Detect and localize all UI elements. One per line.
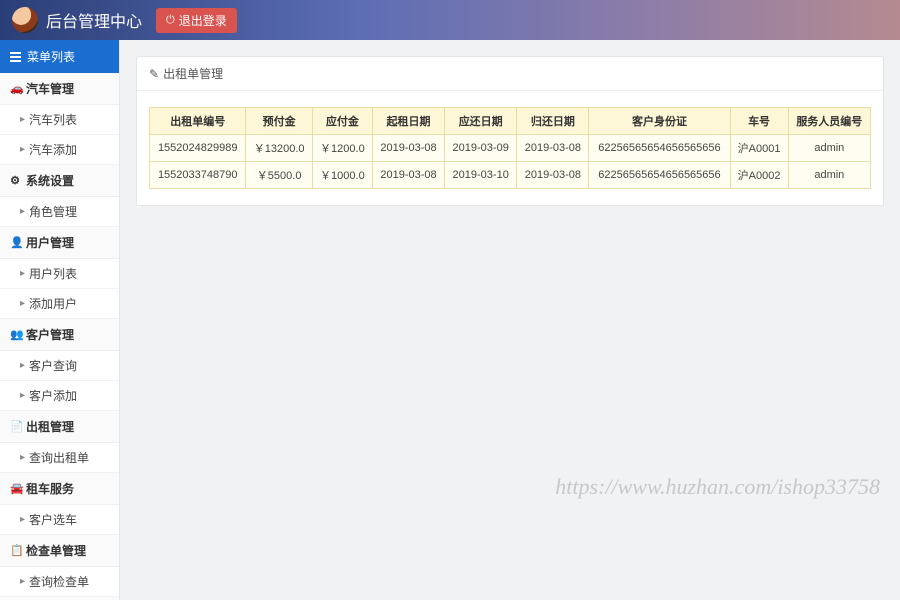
caret-icon: ▸	[20, 390, 25, 401]
sidebar-item[interactable]: ▸ 用户列表	[0, 259, 119, 289]
group-icon: 🚘	[10, 482, 20, 495]
group-label: 用户管理	[26, 234, 74, 251]
table-cell: 62256565654656565656	[589, 162, 730, 189]
logout-label: 退出登录	[179, 12, 227, 29]
group-icon: 📋	[10, 544, 20, 557]
group-label: 客户管理	[26, 326, 74, 343]
table-row: 1552033748790￥5500.0￥1000.02019-03-08201…	[150, 162, 871, 189]
app-title: 后台管理中心	[46, 8, 142, 32]
rental-table: 出租单编号预付金应付金起租日期应还日期归还日期客户身份证车号服务人员编号 155…	[149, 107, 871, 189]
column-header: 应还日期	[445, 108, 517, 135]
sidebar-item-label: 角色管理	[29, 203, 77, 220]
table-cell: 2019-03-10	[445, 162, 517, 189]
caret-icon: ▸	[20, 268, 25, 279]
sidebar-item[interactable]: ▸ 汽车添加	[0, 135, 119, 165]
table-cell: 沪A0002	[730, 162, 788, 189]
sidebar-item[interactable]: ▸ 查询出租单	[0, 443, 119, 473]
sidebar-item-label: 汽车添加	[29, 141, 77, 158]
sidebar-group[interactable]: 👥 客户管理	[0, 319, 119, 351]
sidebar-item-label: 查询检查单	[29, 573, 89, 590]
column-header: 客户身份证	[589, 108, 730, 135]
sidebar-group[interactable]: 🚘 租车服务	[0, 473, 119, 505]
sidebar-item[interactable]: ▸ 角色管理	[0, 197, 119, 227]
table-cell: 1552033748790	[150, 162, 246, 189]
group-label: 系统设置	[26, 172, 74, 189]
watermark: https://www.huzhan.com/ishop33758	[555, 474, 880, 500]
group-icon: 👥	[10, 328, 20, 341]
group-label: 检查单管理	[26, 542, 86, 559]
caret-icon: ▸	[20, 114, 25, 125]
table-cell: 62256565654656565656	[589, 135, 730, 162]
table-cell: 2019-03-08	[372, 135, 444, 162]
column-header: 归还日期	[517, 108, 589, 135]
sidebar-item-label: 客户查询	[29, 357, 77, 374]
column-header: 起租日期	[372, 108, 444, 135]
caret-icon: ▸	[20, 452, 25, 463]
column-header: 预付金	[246, 108, 312, 135]
table-row: 1552024829989￥13200.0￥1200.02019-03-0820…	[150, 135, 871, 162]
table-cell: 沪A0001	[730, 135, 788, 162]
app-header: 后台管理中心 ⏻ 退出登录	[0, 0, 900, 40]
sidebar-heading: 菜单列表	[0, 40, 119, 73]
sidebar-group[interactable]: 🚗 汽车管理	[0, 73, 119, 105]
sidebar-item[interactable]: ▸ 添加用户	[0, 289, 119, 319]
main-content: ✎ 出租单管理 出租单编号预付金应付金起租日期应还日期归还日期客户身份证车号服务…	[120, 40, 900, 600]
hamburger-icon	[10, 52, 21, 62]
sidebar-group[interactable]: 👤 用户管理	[0, 227, 119, 259]
table-cell: ￥13200.0	[246, 135, 312, 162]
panel-title-bar: ✎ 出租单管理	[137, 57, 883, 91]
sidebar-item[interactable]: ▸ 查询检查单	[0, 567, 119, 597]
edit-icon: ✎	[149, 67, 159, 81]
caret-icon: ▸	[20, 298, 25, 309]
rental-panel: ✎ 出租单管理 出租单编号预付金应付金起租日期应还日期归还日期客户身份证车号服务…	[136, 56, 884, 206]
sidebar-item[interactable]: ▸ 客户添加	[0, 381, 119, 411]
table-cell: 2019-03-08	[372, 162, 444, 189]
sidebar-item-label: 客户选车	[29, 511, 77, 528]
caret-icon: ▸	[20, 360, 25, 371]
sidebar-item[interactable]: ▸ 客户选车	[0, 505, 119, 535]
sidebar-item-label: 汽车列表	[29, 111, 77, 128]
sidebar-group[interactable]: ⚙ 系统设置	[0, 165, 119, 197]
table-cell: ￥1200.0	[312, 135, 372, 162]
table-cell: 2019-03-08	[517, 162, 589, 189]
group-icon: ⚙	[10, 174, 20, 187]
column-header: 出租单编号	[150, 108, 246, 135]
sidebar-group[interactable]: 📄 出租管理	[0, 411, 119, 443]
sidebar-item-label: 添加用户	[29, 295, 77, 312]
avatar	[12, 7, 38, 33]
table-cell: 2019-03-09	[445, 135, 517, 162]
logout-button[interactable]: ⏻ 退出登录	[156, 8, 237, 33]
panel-title: 出租单管理	[163, 65, 223, 82]
table-cell: ￥1000.0	[312, 162, 372, 189]
caret-icon: ▸	[20, 514, 25, 525]
group-label: 租车服务	[26, 480, 74, 497]
sidebar-item-label: 客户添加	[29, 387, 77, 404]
caret-icon: ▸	[20, 576, 25, 587]
sidebar-item-label: 查询出租单	[29, 449, 89, 466]
sidebar-item[interactable]: ▸ 客户查询	[0, 351, 119, 381]
table-cell: 2019-03-08	[517, 135, 589, 162]
caret-icon: ▸	[20, 206, 25, 217]
table-cell: 1552024829989	[150, 135, 246, 162]
group-icon: 🚗	[10, 82, 20, 95]
group-label: 汽车管理	[26, 80, 74, 97]
sidebar-item-label: 用户列表	[29, 265, 77, 282]
group-label: 出租管理	[26, 418, 74, 435]
group-icon: 👤	[10, 236, 20, 249]
caret-icon: ▸	[20, 144, 25, 155]
table-cell: admin	[788, 135, 870, 162]
column-header: 应付金	[312, 108, 372, 135]
power-icon: ⏻	[166, 14, 175, 27]
group-icon: 📄	[10, 420, 20, 433]
column-header: 服务人员编号	[788, 108, 870, 135]
table-cell: ￥5500.0	[246, 162, 312, 189]
column-header: 车号	[730, 108, 788, 135]
table-cell: admin	[788, 162, 870, 189]
sidebar-item[interactable]: ▸ 汽车列表	[0, 105, 119, 135]
sidebar-group[interactable]: 📋 检查单管理	[0, 535, 119, 567]
sidebar: 菜单列表 🚗 汽车管理 ▸ 汽车列表 ▸ 汽车添加 ⚙ 系统设置 ▸ 角色管理 👤 用户管理 ▸ 用户列表…	[0, 40, 120, 600]
